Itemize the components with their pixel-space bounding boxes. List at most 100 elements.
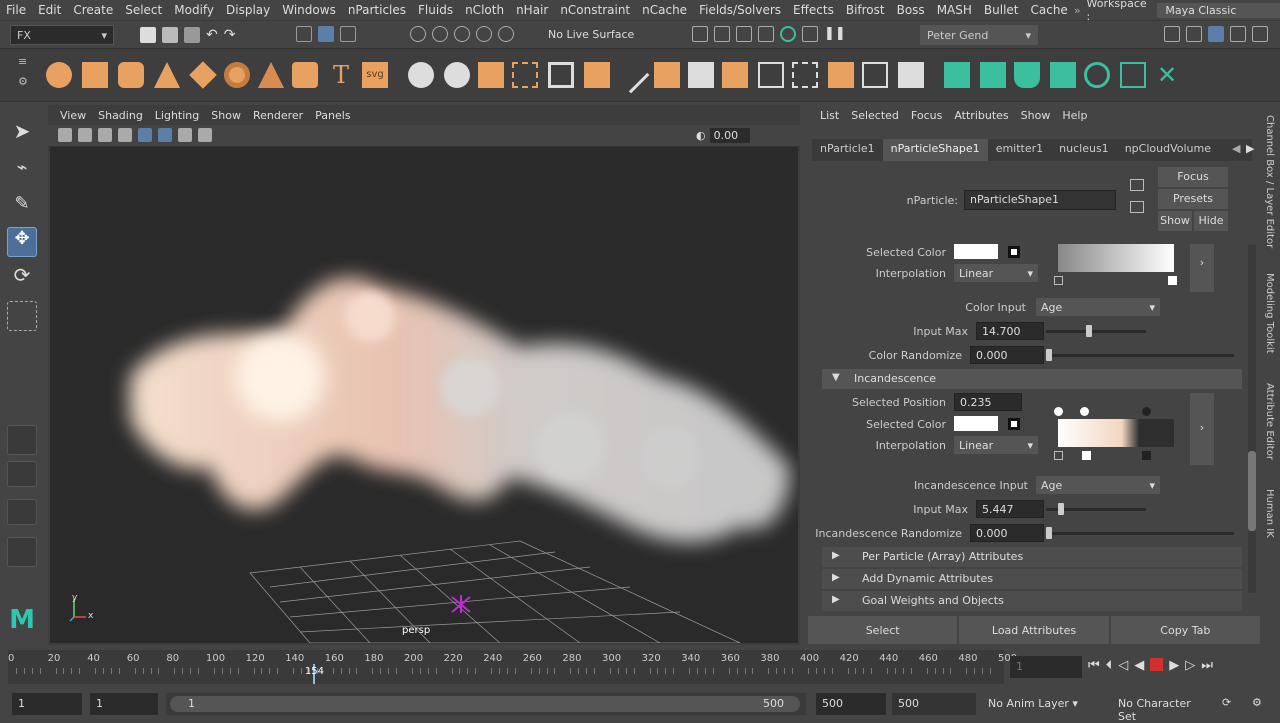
menu-fluids[interactable]: Fluids (412, 3, 459, 17)
hypershade-icon[interactable] (780, 26, 796, 42)
viewport-menu-show[interactable]: Show (205, 109, 247, 122)
channel-box-tab[interactable]: Channel Box / Layer Editor (1264, 115, 1275, 248)
tab-nparticleshape1[interactable]: nParticleShape1 (882, 139, 988, 161)
ipr-render-icon[interactable] (736, 26, 752, 42)
color-input-max-slider[interactable] (1046, 325, 1146, 337)
menu-effects[interactable]: Effects (787, 3, 840, 17)
menu-bifrost[interactable]: Bifrost (840, 3, 891, 17)
menu-display[interactable]: Display (220, 3, 276, 17)
color-ramp[interactable] (1058, 244, 1174, 272)
range-bar[interactable]: 1 500 (166, 693, 806, 715)
wireframe-icon[interactable] (138, 128, 152, 142)
color-randomize-field[interactable]: 0.000 (970, 346, 1044, 364)
play-forwards-icon[interactable]: ▶ (1169, 658, 1179, 673)
range-bar-handle[interactable] (170, 696, 800, 712)
multi-cut-icon[interactable] (612, 56, 650, 94)
attribute-scrollbar[interactable] (1248, 245, 1256, 593)
attribute-menu-attributes[interactable]: Attributes (948, 109, 1014, 122)
auto-key-icon[interactable]: ⟳ (1222, 696, 1231, 709)
tab-nparticle1[interactable]: nParticle1 (812, 139, 883, 161)
attribute-menu-show[interactable]: Show (1015, 109, 1057, 122)
ramp-handle-icon[interactable] (1168, 276, 1177, 285)
viewport-menu-view[interactable]: View (54, 109, 92, 122)
current-frame-field[interactable]: 1 (1010, 656, 1082, 678)
poly-pyramid-icon[interactable] (258, 62, 284, 88)
menu-nhair[interactable]: nHair (510, 3, 554, 17)
go-to-end-icon[interactable]: ⏭ (1201, 658, 1213, 673)
stop-icon[interactable] (1150, 658, 1164, 671)
incandescence-ramp[interactable] (1058, 419, 1174, 447)
target-weld-icon[interactable] (862, 62, 888, 88)
lights-icon[interactable] (198, 128, 212, 142)
human-ik-tab[interactable]: Human IK (1264, 489, 1275, 538)
incandescence-ramp-expand-button[interactable]: › (1190, 393, 1214, 465)
menu-select[interactable]: Select (119, 3, 168, 17)
two-view-layout-icon[interactable] (7, 499, 37, 525)
modeling-toolkit-tab[interactable]: Modeling Toolkit (1264, 273, 1275, 354)
save-scene-icon[interactable] (184, 27, 200, 43)
render-view-icon[interactable] (758, 26, 774, 42)
poly-torus-icon[interactable] (224, 62, 250, 88)
poly-cone-icon[interactable] (154, 62, 180, 88)
character-controls-toggle-icon[interactable] (1186, 26, 1202, 42)
incandescence-input-max-slider[interactable] (1046, 503, 1146, 515)
incandescence-interpolation-dropdown[interactable]: Linear ▾ (954, 436, 1038, 454)
tab-emitter1[interactable]: emitter1 (988, 139, 1051, 161)
incandescence-input-dropdown[interactable]: Age ▾ (1036, 476, 1160, 494)
undo-icon[interactable]: ↶ (206, 27, 218, 43)
single-perspective-layout-icon[interactable] (7, 425, 37, 455)
modeling-toolkit-toggle-icon[interactable] (1164, 26, 1180, 42)
poly-plane-icon[interactable] (189, 61, 217, 89)
color-input-dropdown[interactable]: Age ▾ (1036, 298, 1160, 316)
menu-cache[interactable]: Cache (1024, 3, 1073, 17)
menu-file[interactable]: File (0, 3, 32, 17)
ramp-position-marker-icon[interactable] (1142, 407, 1151, 416)
playback-end-field[interactable]: 500 (816, 693, 886, 715)
smooth-icon[interactable] (512, 62, 538, 88)
menuset-dropdown[interactable]: FX ▾ (10, 25, 114, 45)
selected-position-field[interactable]: 0.235 (954, 393, 1022, 411)
poly-cube-icon[interactable] (82, 62, 108, 88)
anim-layer-dropdown[interactable]: No Anim Layer ▾ (982, 693, 1108, 715)
playback-start-field[interactable]: 1 (90, 693, 158, 715)
play-backwards-icon[interactable]: ◀ (1134, 658, 1144, 673)
menu-bullet[interactable]: Bullet (978, 3, 1025, 17)
presets-button[interactable]: Presets (1158, 189, 1228, 209)
menu-ncloth[interactable]: nCloth (459, 3, 510, 17)
tabs-scroll-right-icon[interactable]: ▶ (1246, 142, 1254, 155)
nconstraint-icon[interactable] (1050, 62, 1076, 88)
attribute-menu-selected[interactable]: Selected (845, 109, 905, 122)
gamma-field[interactable]: 0.00 (709, 128, 750, 143)
open-scene-icon[interactable] (162, 27, 178, 43)
outliner-layout-icon[interactable] (7, 537, 37, 567)
textured-icon[interactable] (178, 128, 192, 142)
node-select-icon[interactable] (1130, 179, 1144, 191)
scrollbar-thumb[interactable] (1248, 451, 1256, 531)
attribute-editor-toggle-icon[interactable] (1208, 26, 1224, 42)
user-account-dropdown[interactable]: Peter Gend ▾ (920, 25, 1038, 45)
image-plane-icon[interactable] (98, 128, 112, 142)
viewport-menu-panels[interactable]: Panels (309, 109, 356, 122)
slider-handle[interactable] (1046, 527, 1052, 539)
tab-nucleus1[interactable]: nucleus1 (1051, 139, 1117, 161)
render-frame-icon[interactable] (714, 26, 730, 42)
color-checker-icon[interactable] (1008, 246, 1020, 258)
goal-weights-header[interactable]: ▶ Goal Weights and Objects (822, 591, 1242, 611)
ramp-handle-icon[interactable] (1082, 451, 1091, 460)
copy-tab-button[interactable]: Copy Tab (1110, 616, 1260, 644)
step-forward-frame-icon[interactable]: ▷ (1185, 658, 1195, 673)
color-input-max-field[interactable]: 14.700 (976, 322, 1044, 340)
attribute-menu-focus[interactable]: Focus (905, 109, 948, 122)
ramp-position-marker-icon[interactable] (1054, 407, 1063, 416)
menu-mash[interactable]: MASH (931, 3, 978, 17)
uv-editor-icon[interactable] (898, 62, 924, 88)
step-back-key-icon[interactable]: ⏴ (1106, 658, 1113, 673)
type-tool-icon[interactable]: T (328, 62, 354, 88)
bridge-icon[interactable] (654, 62, 680, 88)
poly-sphere-icon[interactable] (46, 62, 72, 88)
per-particle-attributes-header[interactable]: ▶ Per Particle (Array) Attributes (822, 547, 1242, 567)
slider-handle[interactable] (1058, 503, 1064, 515)
grid-toggle-icon[interactable] (118, 128, 132, 142)
pause-icon[interactable]: ❚❚ (824, 26, 846, 42)
merge-icon[interactable] (722, 62, 748, 88)
